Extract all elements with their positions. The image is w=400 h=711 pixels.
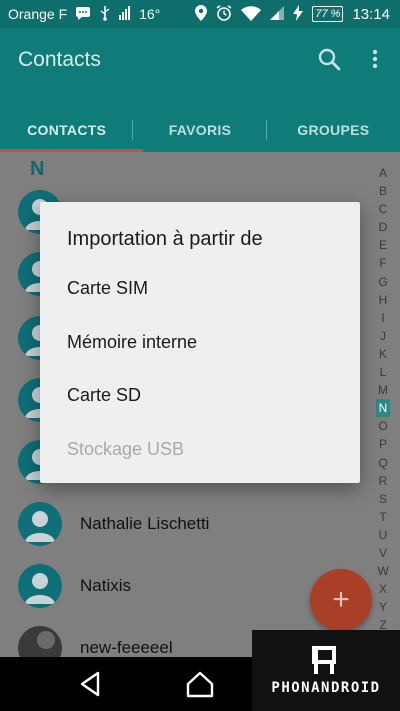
tab-groupes[interactable]: GROUPES <box>267 108 400 152</box>
index-letter[interactable]: P <box>379 435 387 453</box>
contact-name[interactable]: new-feeeeel <box>80 638 173 657</box>
watermark-text: PHONANDROID <box>271 679 381 696</box>
option-internal-memory[interactable]: Mémoire interne <box>67 332 197 353</box>
back-icon[interactable] <box>76 669 106 699</box>
option-sd-card[interactable]: Carte SD <box>67 385 141 406</box>
index-letter[interactable]: W <box>377 562 388 580</box>
index-letter[interactable]: F <box>379 254 386 272</box>
avatar[interactable] <box>18 502 62 546</box>
option-usb-storage: Stockage USB <box>67 439 185 459</box>
index-letter[interactable]: R <box>379 472 388 490</box>
tab-label: GROUPES <box>297 122 370 138</box>
index-letter[interactable]: H <box>379 291 388 309</box>
tab-bar: CONTACTS FAVORIS GROUPES <box>0 108 400 152</box>
index-letter[interactable]: T <box>379 508 386 526</box>
index-letter[interactable]: Y <box>379 598 387 616</box>
alphabet-index[interactable]: A B C D E F G H I J K L M N O P Q R S T … <box>376 164 390 634</box>
index-letter[interactable]: M <box>378 381 388 399</box>
index-letter-selected[interactable]: N <box>376 399 390 418</box>
index-letter[interactable]: U <box>379 526 388 544</box>
dialog-title: Importation à partir de <box>67 228 263 250</box>
temperature-label: 16° <box>139 6 161 22</box>
import-dialog: Importation à partir de Carte SIM Mémoir… <box>40 202 360 483</box>
index-letter[interactable]: L <box>380 363 387 381</box>
phonandroid-logo-icon <box>312 645 340 676</box>
tab-label: FAVORIS <box>168 122 232 138</box>
avatar-photo[interactable] <box>18 626 62 657</box>
index-letter[interactable]: K <box>379 345 387 363</box>
avatar[interactable] <box>18 564 62 608</box>
index-letter[interactable]: D <box>379 218 388 236</box>
index-letter[interactable]: I <box>381 309 384 327</box>
section-header: N <box>30 158 45 180</box>
page-title: Contacts <box>18 48 101 71</box>
usb-icon <box>99 5 111 23</box>
app-bar: Contacts CONTACTS FAVORIS GROUPES <box>0 28 400 152</box>
charging-icon <box>293 5 304 23</box>
wifi-icon <box>241 5 262 23</box>
tab-contacts[interactable]: CONTACTS <box>0 108 134 152</box>
index-letter[interactable]: Q <box>378 454 387 472</box>
clock: 13:14 <box>352 5 390 23</box>
index-letter[interactable]: B <box>379 182 387 200</box>
index-letter[interactable]: A <box>379 164 387 182</box>
message-icon <box>75 6 91 22</box>
add-contact-button[interactable]: + <box>310 569 372 631</box>
index-letter[interactable]: O <box>378 417 387 435</box>
add-icon: + <box>332 583 350 616</box>
tab-favoris[interactable]: FAVORIS <box>133 108 267 152</box>
index-letter[interactable]: E <box>379 236 387 254</box>
index-letter[interactable]: X <box>379 580 387 598</box>
contact-name[interactable]: Nathalie Lischetti <box>80 514 209 534</box>
more-vert-icon[interactable] <box>366 46 384 74</box>
search-icon[interactable] <box>316 46 344 74</box>
signal-small-icon <box>119 6 131 22</box>
carrier-label: Orange F <box>8 6 68 22</box>
index-letter[interactable]: V <box>379 544 387 562</box>
signal-icon <box>270 6 285 22</box>
status-bar: Orange F 16° 77 % 13:14 <box>0 0 400 28</box>
index-letter[interactable]: C <box>379 200 388 218</box>
location-icon <box>195 5 208 23</box>
alarm-icon <box>216 5 232 23</box>
tab-label: CONTACTS <box>27 122 107 138</box>
contact-name[interactable]: Natixis <box>80 576 131 596</box>
watermark: PHONANDROID <box>252 630 400 711</box>
index-letter[interactable]: S <box>379 490 387 508</box>
option-sim-card[interactable]: Carte SIM <box>67 278 148 299</box>
home-icon[interactable] <box>185 669 215 699</box>
battery-indicator: 77 % <box>312 6 344 22</box>
index-letter[interactable]: J <box>380 327 386 345</box>
index-letter[interactable]: G <box>378 273 387 291</box>
